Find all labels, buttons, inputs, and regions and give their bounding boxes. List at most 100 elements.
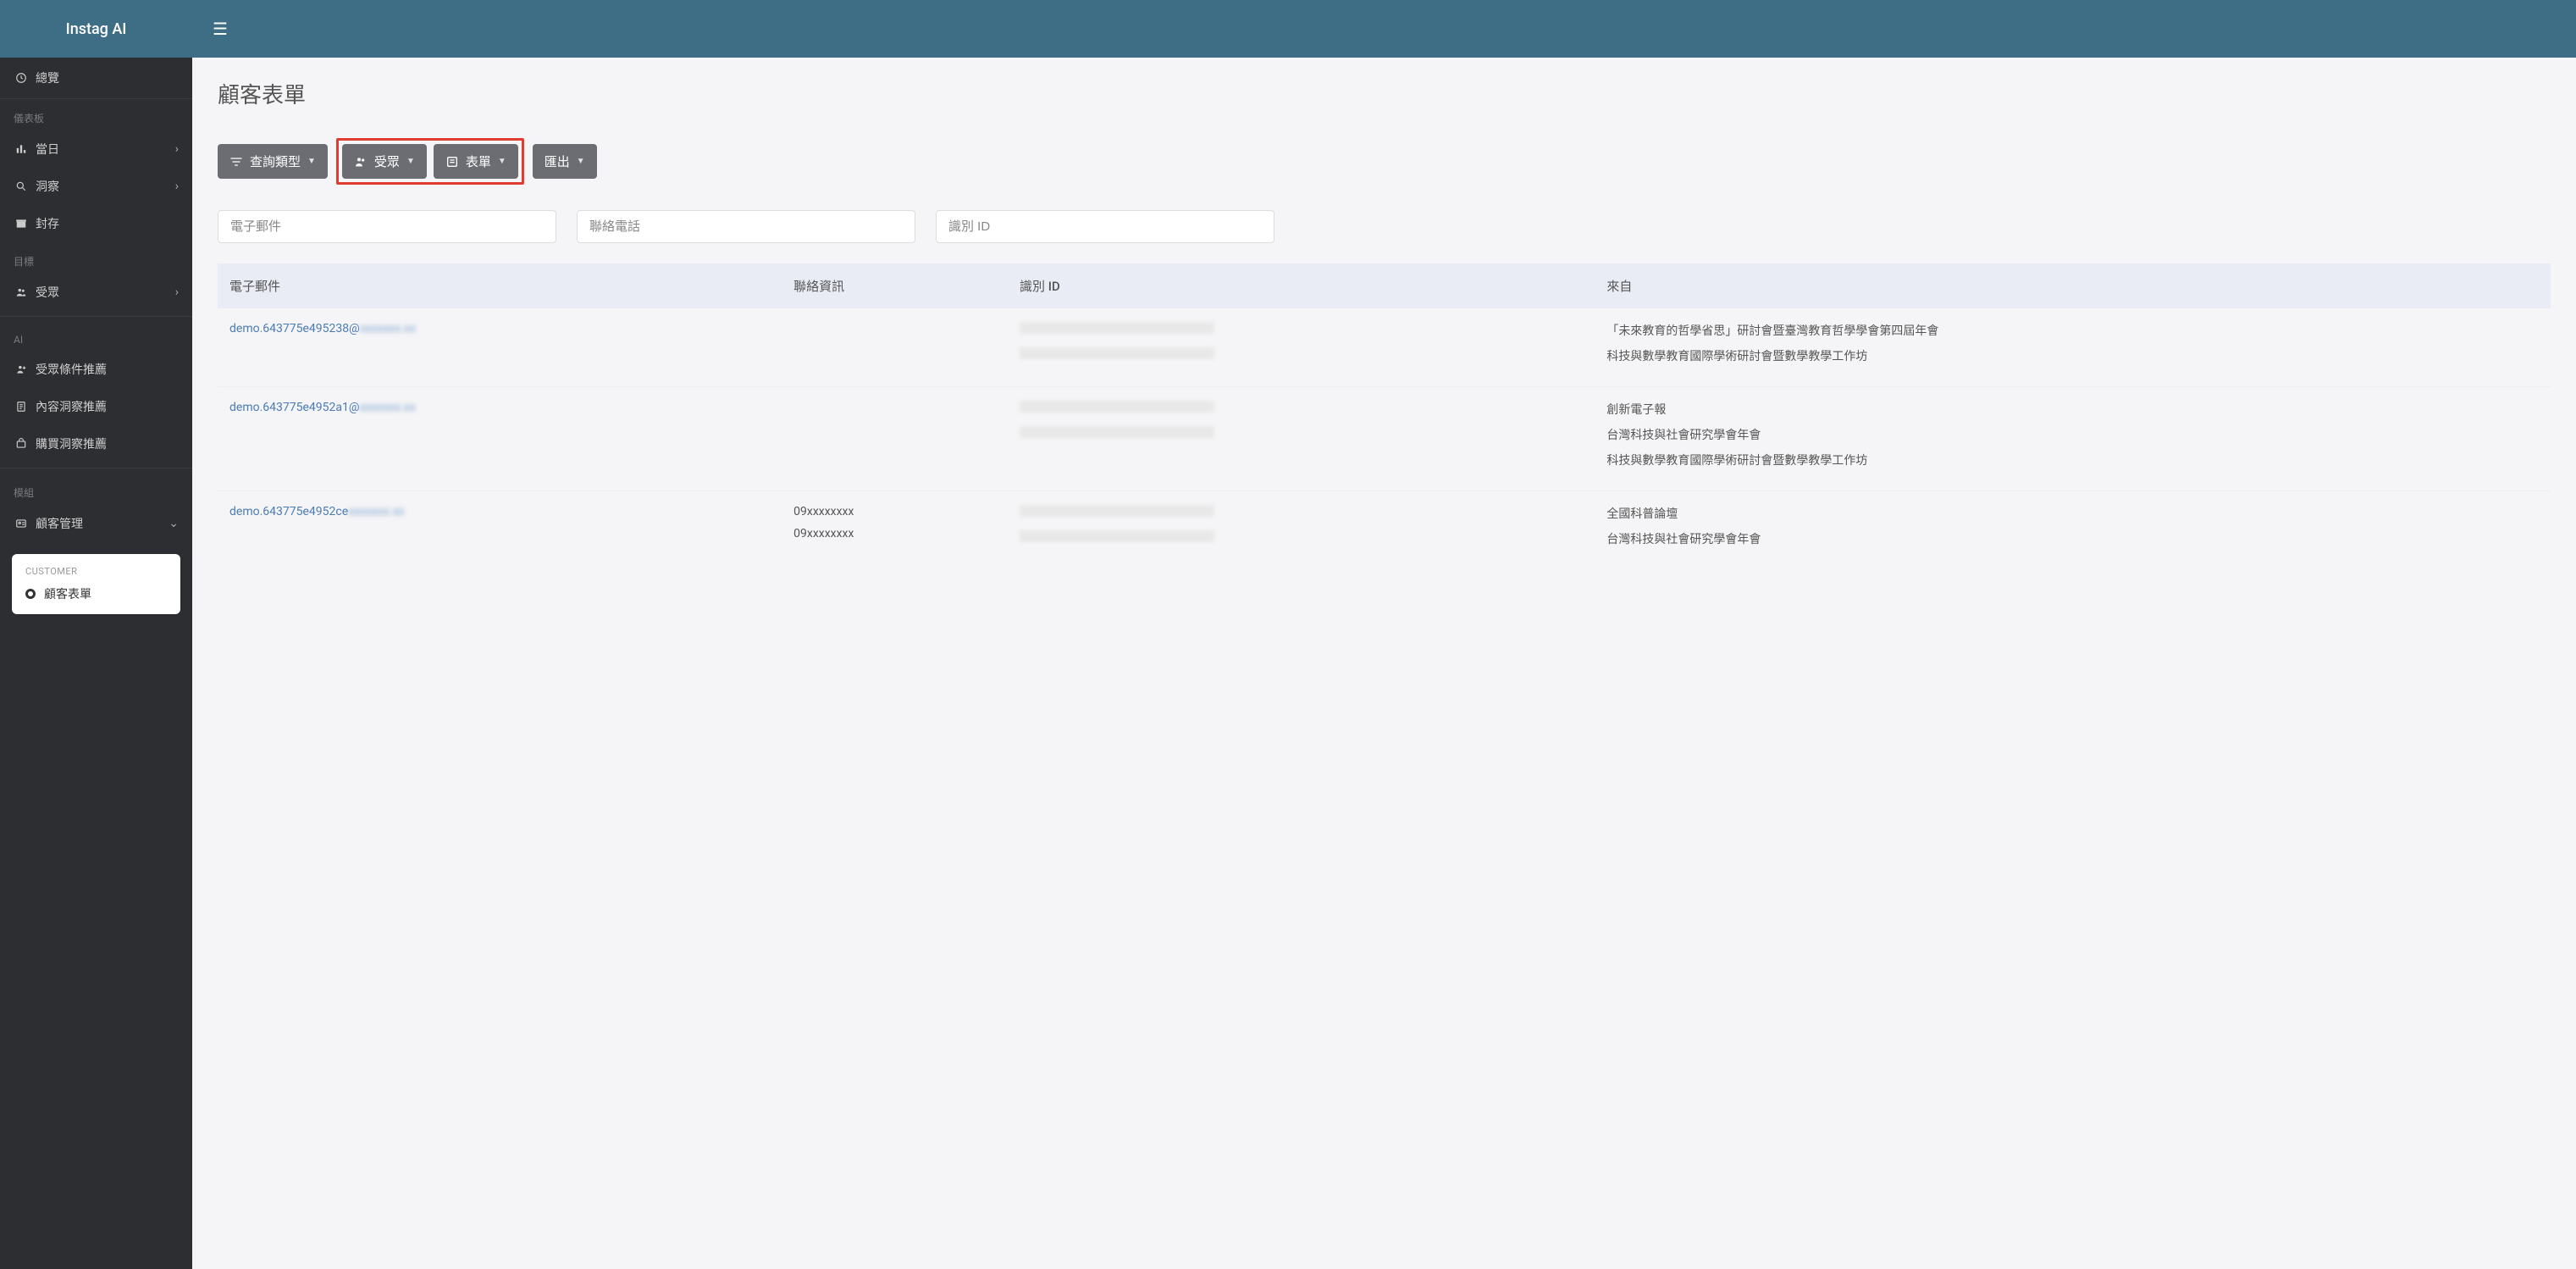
redacted: [1020, 401, 1214, 413]
button-label: 匯出: [544, 152, 570, 170]
sidebar-section-ai: AI: [0, 322, 192, 351]
toolbar: 查詢類型 ▼ 受眾 ▼ 表單: [218, 138, 2551, 185]
hamburger-icon[interactable]: ☰: [213, 19, 228, 39]
sidebar-item-label: 洞察: [36, 178, 59, 195]
subcard-label: CUSTOMER: [25, 566, 167, 577]
sidebar-item-label: 購買洞察推薦: [36, 435, 107, 452]
sidebar-item-label: 當日: [36, 141, 59, 158]
email-filter-input[interactable]: [218, 210, 556, 243]
sidebar: Instag AI 總覽 儀表板 當日 › 洞察: [0, 0, 192, 1269]
users-icon: [14, 286, 29, 298]
redacted: [1020, 530, 1214, 542]
page-title: 顧客表單: [218, 78, 2551, 109]
sidebar-item-label: 顧客管理: [36, 515, 83, 532]
id-filter-input[interactable]: [936, 210, 1274, 243]
chevron-down-icon: ⌄: [169, 517, 179, 530]
caret-down-icon: ▼: [577, 157, 585, 166]
audience-button[interactable]: 受眾 ▼: [342, 144, 427, 179]
from-line: 台灣科技與社會研究學會年會: [1606, 426, 2539, 443]
sidebar-item-archive[interactable]: 封存: [0, 205, 192, 242]
email-link[interactable]: demo.643775e4952ce: [229, 505, 348, 518]
search-icon: [14, 180, 29, 192]
highlighted-buttons: 受眾 ▼ 表單 ▼: [336, 138, 524, 185]
cart-icon: [14, 438, 29, 450]
sidebar-item-overview[interactable]: 總覽: [0, 58, 192, 99]
redacted: [1020, 505, 1214, 517]
redacted: xxxxxxx.xx: [360, 322, 416, 335]
archive-icon: [14, 218, 29, 230]
subcard-item-label: 顧客表單: [44, 585, 91, 602]
email-link[interactable]: demo.643775e4952a1@: [229, 401, 359, 414]
button-label: 受眾: [374, 152, 400, 170]
from-line: 科技與數學教育國際學術研討會暨數學教學工作坊: [1606, 347, 2539, 364]
sidebar-subcard: CUSTOMER 顧客表單: [12, 554, 180, 614]
active-dot-icon: [25, 589, 36, 599]
sidebar-item-label: 內容洞察推薦: [36, 398, 107, 415]
sidebar-item-today[interactable]: 當日 ›: [0, 130, 192, 168]
filter-row: [218, 210, 2551, 243]
dashboard-icon: [14, 72, 29, 84]
form-icon: [445, 155, 459, 169]
sidebar-item-content-rec[interactable]: 內容洞察推薦: [0, 388, 192, 425]
id-cell: [1008, 491, 1595, 570]
user-plus-icon: [14, 363, 29, 375]
sidebar-item-purchase-rec[interactable]: 購買洞察推薦: [0, 425, 192, 463]
sidebar-item-label: 封存: [36, 215, 59, 232]
chevron-right-icon: ›: [175, 180, 179, 193]
id-cell: [1008, 387, 1595, 491]
from-line: 「未來教育的哲學省思」研討會暨臺灣教育哲學學會第四屆年會: [1606, 322, 2539, 339]
sidebar-section-dashboard: 儀表板: [0, 99, 192, 130]
from-cell: 創新電子報台灣科技與社會研究學會年會科技與數學教育國際學術研討會暨數學教學工作坊: [1595, 387, 2551, 491]
brand-logo: Instag AI: [0, 0, 192, 58]
id-cell: [1008, 308, 1595, 387]
sidebar-section-module: 模組: [0, 474, 192, 505]
redacted: [1020, 426, 1214, 438]
customer-table: 電子郵件 聯絡資訊 識別 ID 來自 demo.643775e495238@xx…: [218, 263, 2551, 569]
filter-icon: [229, 155, 243, 169]
divider: [0, 316, 192, 317]
query-type-button[interactable]: 查詢類型 ▼: [218, 144, 328, 179]
redacted: [1020, 322, 1214, 334]
document-icon: [14, 401, 29, 413]
table-row: demo.643775e4952cexxxxxxx.xx 09xxxxxxxx09…: [218, 491, 2551, 570]
button-label: 表單: [466, 152, 491, 170]
email-link[interactable]: demo.643775e495238@: [229, 322, 360, 335]
contact-cell: 09xxxxxxxx09xxxxxxxx: [782, 491, 1008, 570]
sidebar-section-goal: 目標: [0, 242, 192, 274]
col-id: 識別 ID: [1008, 263, 1595, 308]
redacted: xxxxxxx.xx: [359, 401, 415, 414]
contact-cell: [782, 387, 1008, 491]
sidebar-item-customer-form[interactable]: 顧客表單: [25, 585, 167, 602]
chevron-right-icon: ›: [175, 285, 179, 299]
topbar: ☰: [192, 0, 2576, 58]
sidebar-item-customer-mgmt[interactable]: 顧客管理 ⌄: [0, 505, 192, 542]
from-cell: 「未來教育的哲學省思」研討會暨臺灣教育哲學學會第四屆年會科技與數學教育國際學術研…: [1595, 308, 2551, 387]
from-line: 全國科普論壇: [1606, 505, 2539, 522]
from-line: 台灣科技與社會研究學會年會: [1606, 530, 2539, 547]
from-line: 創新電子報: [1606, 401, 2539, 418]
form-button[interactable]: 表單 ▼: [434, 144, 518, 179]
bar-icon: [14, 143, 29, 155]
id-card-icon: [14, 518, 29, 529]
button-label: 查詢類型: [250, 152, 301, 170]
redacted: [1020, 347, 1214, 359]
table-row: demo.643775e4952a1@xxxxxxx.xx 創新電子報台灣科技與社…: [218, 387, 2551, 491]
table-row: demo.643775e495238@xxxxxxx.xx 「未來教育的哲學省思」…: [218, 308, 2551, 387]
phone-filter-input[interactable]: [577, 210, 915, 243]
from-line: 科技與數學教育國際學術研討會暨數學教學工作坊: [1606, 452, 2539, 468]
col-contact: 聯絡資訊: [782, 263, 1008, 308]
caret-down-icon: ▼: [307, 157, 316, 166]
sidebar-item-label: 受眾: [36, 284, 59, 301]
contact-cell: [782, 308, 1008, 387]
redacted: xxxxxxx.xx: [348, 505, 404, 518]
users-icon: [354, 155, 368, 169]
col-email: 電子郵件: [218, 263, 782, 308]
chevron-right-icon: ›: [175, 142, 179, 156]
col-from: 來自: [1595, 263, 2551, 308]
export-button[interactable]: 匯出 ▼: [533, 144, 597, 179]
sidebar-item-audience-rec[interactable]: 受眾條件推薦: [0, 351, 192, 388]
caret-down-icon: ▼: [406, 157, 415, 166]
sidebar-item-audience[interactable]: 受眾 ›: [0, 274, 192, 311]
from-cell: 全國科普論壇台灣科技與社會研究學會年會: [1595, 491, 2551, 570]
sidebar-item-insight[interactable]: 洞察 ›: [0, 168, 192, 205]
